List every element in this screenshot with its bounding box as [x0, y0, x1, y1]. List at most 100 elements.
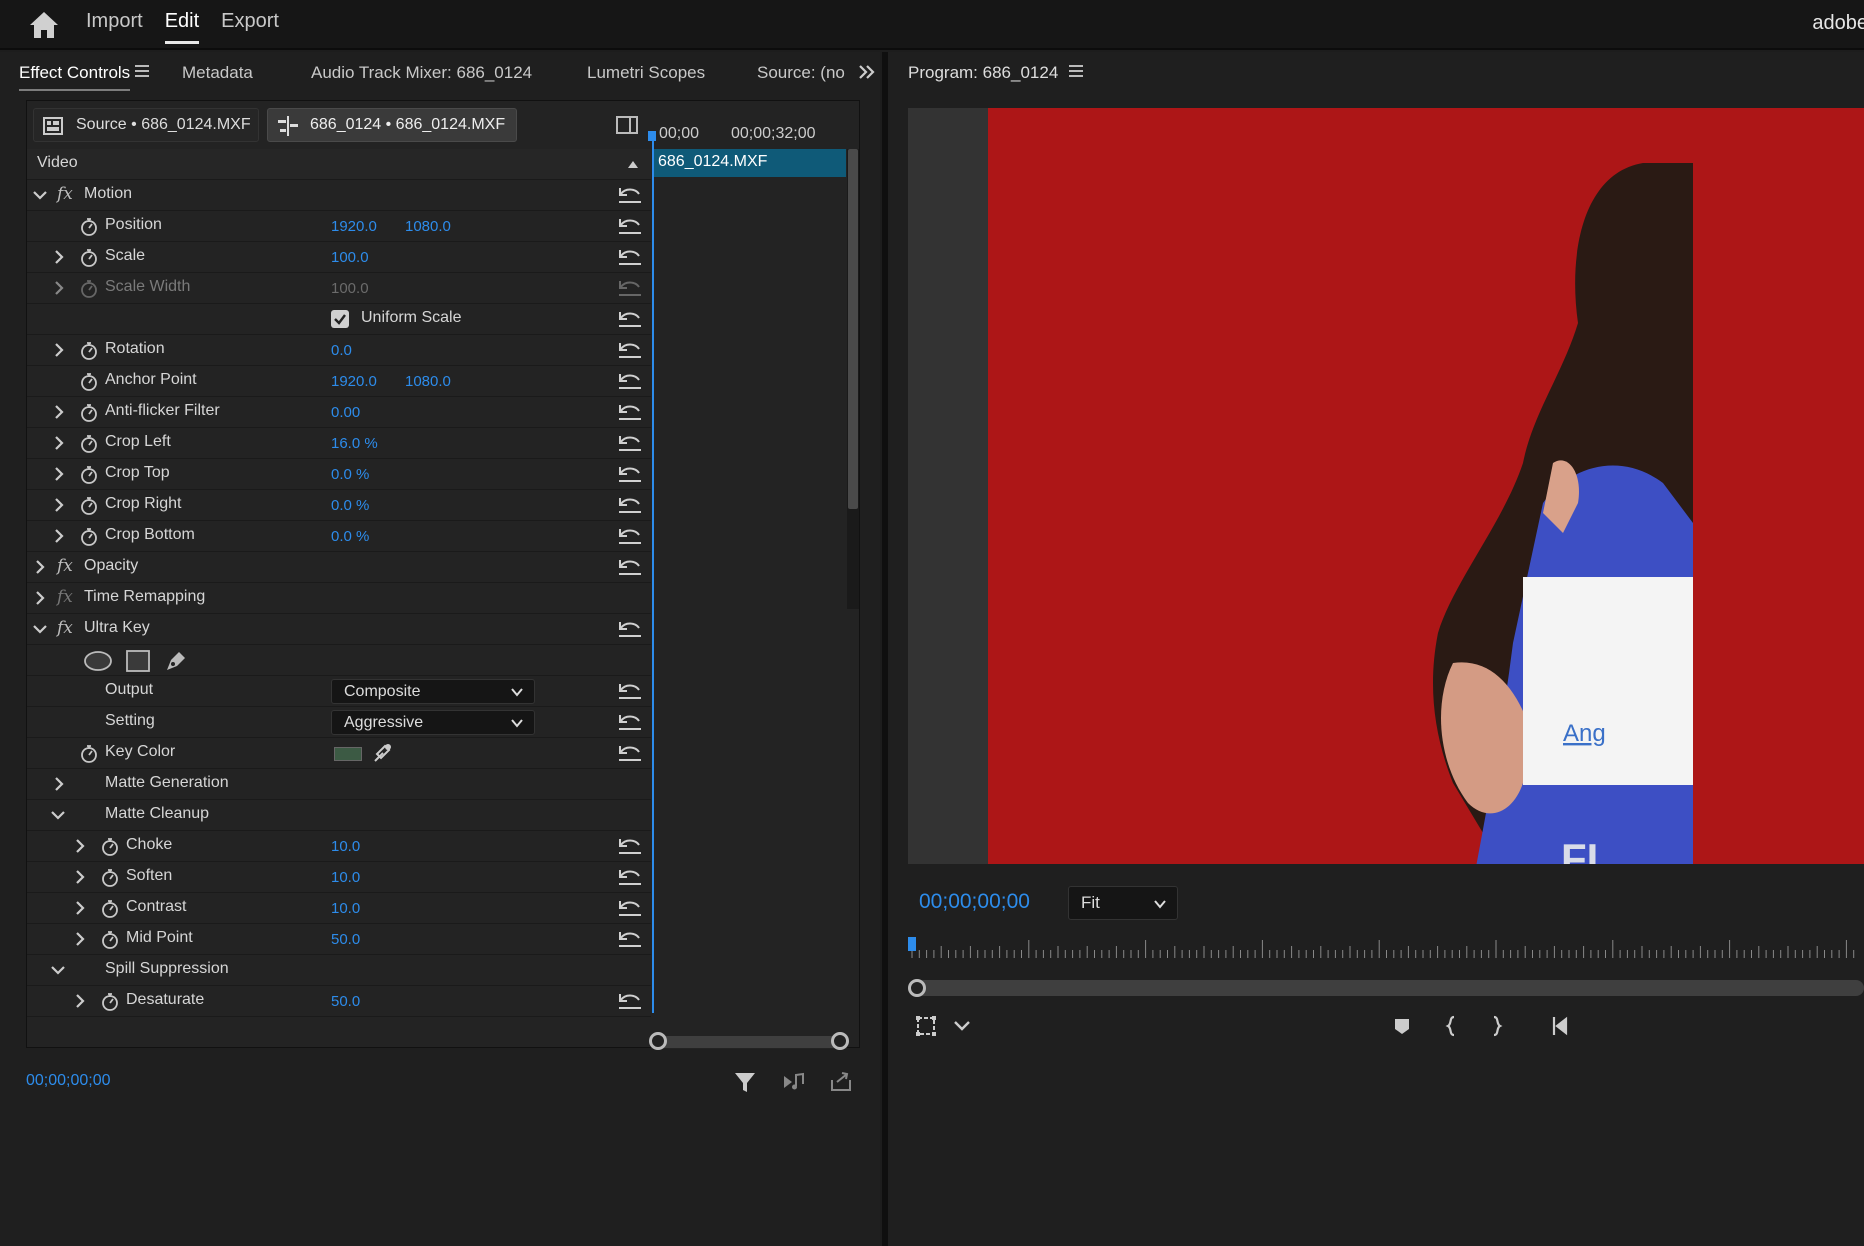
- playhead-marker[interactable]: [648, 131, 656, 141]
- reset-icon[interactable]: [617, 465, 643, 483]
- property-value[interactable]: 1920.0: [331, 218, 377, 235]
- property-value[interactable]: 1920.0: [331, 373, 377, 390]
- chevron-right-icon[interactable]: [73, 901, 87, 915]
- nav-import[interactable]: Import: [86, 10, 143, 44]
- tab-effect-controls[interactable]: Effect Controls: [19, 63, 131, 91]
- time-ruler[interactable]: 00;00 00;00;32;00: [651, 111, 847, 151]
- property-value[interactable]: 16.0 %: [331, 435, 378, 452]
- stopwatch-icon[interactable]: [80, 372, 98, 392]
- chevron-right-icon[interactable]: [52, 777, 66, 791]
- reset-icon[interactable]: [617, 372, 643, 390]
- filter-icon[interactable]: [734, 1070, 756, 1094]
- chevron-right-icon[interactable]: [52, 529, 66, 543]
- key-color-swatch[interactable]: [334, 747, 362, 761]
- stopwatch-icon[interactable]: [101, 992, 119, 1012]
- mark-out-icon[interactable]: [1484, 1014, 1508, 1038]
- reset-icon[interactable]: [617, 434, 643, 452]
- stopwatch-icon[interactable]: [80, 279, 98, 299]
- chevron-right-icon[interactable]: [52, 250, 66, 264]
- chevron-right-icon[interactable]: [52, 343, 66, 357]
- property-value-y[interactable]: 1080.0: [405, 218, 451, 235]
- stopwatch-icon[interactable]: [80, 434, 98, 454]
- property-value[interactable]: 0.0 %: [331, 497, 369, 514]
- chevron-right-icon[interactable]: [52, 405, 66, 419]
- reset-icon[interactable]: [617, 217, 643, 235]
- reset-icon[interactable]: [617, 341, 643, 359]
- property-value[interactable]: 0.0 %: [331, 528, 369, 545]
- stopwatch-icon[interactable]: [101, 868, 119, 888]
- nav-edit[interactable]: Edit: [164, 10, 200, 44]
- output-dropdown[interactable]: Composite: [331, 679, 535, 704]
- reset-icon[interactable]: [617, 744, 643, 762]
- reset-icon[interactable]: [617, 558, 643, 576]
- clip-bar[interactable]: 686_0124.MXF: [654, 149, 846, 177]
- stopwatch-icon[interactable]: [80, 217, 98, 237]
- chevron-down-icon[interactable]: [33, 622, 47, 636]
- reset-icon[interactable]: [617, 899, 643, 917]
- stopwatch-icon[interactable]: [80, 744, 98, 764]
- stopwatch-icon[interactable]: [80, 403, 98, 423]
- chevron-right-icon[interactable]: [52, 467, 66, 481]
- play-audio-icon[interactable]: [782, 1072, 806, 1092]
- zoom-handle-right[interactable]: [831, 1032, 849, 1050]
- eyedropper-icon[interactable]: [371, 742, 393, 764]
- reset-icon[interactable]: [617, 248, 643, 266]
- timeline-scrollbar[interactable]: [847, 149, 859, 609]
- reset-icon[interactable]: [617, 186, 643, 204]
- add-marker-icon[interactable]: [1390, 1014, 1414, 1038]
- chevron-down-icon[interactable]: [51, 963, 65, 977]
- program-playhead[interactable]: [908, 937, 916, 951]
- program-zoom-bar[interactable]: [908, 979, 1864, 997]
- scrollbar-thumb[interactable]: [848, 149, 858, 509]
- stopwatch-icon[interactable]: [101, 837, 119, 857]
- panel-menu-icon[interactable]: [1069, 64, 1083, 78]
- source-clip-chip[interactable]: Source • 686_0124.MXF: [33, 108, 259, 142]
- stopwatch-icon[interactable]: [80, 341, 98, 361]
- effect-controls-timecode[interactable]: 00;00;00;00: [26, 1072, 111, 1090]
- property-value-y[interactable]: 1080.0: [405, 373, 451, 390]
- home-icon[interactable]: [28, 10, 60, 40]
- reset-icon[interactable]: [617, 310, 643, 328]
- chevron-right-icon[interactable]: [73, 994, 87, 1008]
- panel-menu-icon[interactable]: [135, 64, 149, 78]
- export-icon[interactable]: [830, 1070, 852, 1092]
- fx-badge-icon[interactable]: fx: [57, 556, 73, 576]
- section-video[interactable]: Video: [27, 149, 651, 180]
- chevron-right-icon[interactable]: [52, 436, 66, 450]
- sequence-clip-chip[interactable]: 686_0124 • 686_0124.MXF: [267, 108, 517, 142]
- chevron-double-right-icon[interactable]: [857, 63, 877, 81]
- property-value[interactable]: 10.0: [331, 838, 360, 855]
- rectangle-mask-icon[interactable]: [125, 649, 151, 673]
- chevron-right-icon[interactable]: [33, 560, 47, 574]
- go-to-in-icon[interactable]: [1548, 1014, 1572, 1038]
- reset-icon[interactable]: [617, 279, 643, 297]
- chevron-right-icon[interactable]: [73, 870, 87, 884]
- timeline-zoom-bar[interactable]: [649, 1032, 849, 1050]
- reset-icon[interactable]: [617, 930, 643, 948]
- reset-icon[interactable]: [617, 682, 643, 700]
- safe-margins-icon[interactable]: [914, 1014, 938, 1038]
- setting-dropdown[interactable]: Aggressive: [331, 710, 535, 735]
- mark-in-icon[interactable]: [1440, 1014, 1464, 1038]
- fx-badge-icon[interactable]: fx: [57, 184, 73, 204]
- chevron-down-icon[interactable]: [51, 808, 65, 822]
- collapse-up-icon[interactable]: [627, 159, 639, 169]
- reset-icon[interactable]: [617, 868, 643, 886]
- program-time-ruler[interactable]: [908, 938, 1864, 962]
- stopwatch-icon[interactable]: [80, 496, 98, 516]
- reset-icon[interactable]: [617, 620, 643, 638]
- reset-icon[interactable]: [617, 837, 643, 855]
- chevron-right-icon[interactable]: [73, 839, 87, 853]
- reset-icon[interactable]: [617, 403, 643, 421]
- reset-icon[interactable]: [617, 496, 643, 514]
- property-value[interactable]: 50.0: [331, 993, 360, 1010]
- fx-badge-icon[interactable]: fx: [57, 618, 73, 638]
- stopwatch-icon[interactable]: [80, 465, 98, 485]
- property-value[interactable]: 50.0: [331, 931, 360, 948]
- property-value[interactable]: 10.0: [331, 900, 360, 917]
- fx-badge-icon[interactable]: fx: [57, 587, 73, 607]
- ellipse-mask-icon[interactable]: [83, 650, 113, 672]
- chevron-down-icon[interactable]: [950, 1014, 974, 1038]
- zoom-level-dropdown[interactable]: Fit: [1068, 886, 1178, 920]
- chevron-right-icon[interactable]: [73, 932, 87, 946]
